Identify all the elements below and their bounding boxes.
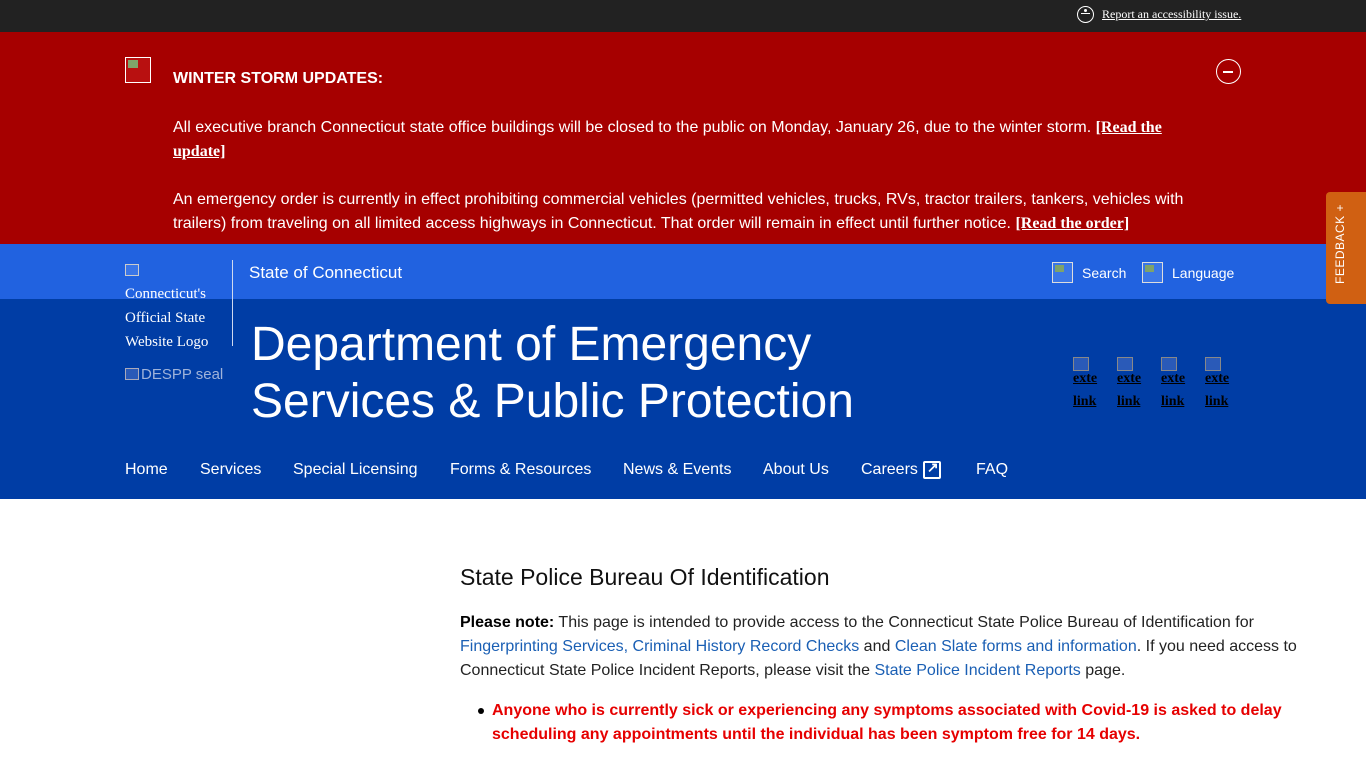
accessibility-icon bbox=[1077, 6, 1094, 23]
social-link-label: exte link bbox=[1161, 371, 1186, 409]
nav-special-licensing[interactable]: Special Licensing bbox=[293, 461, 418, 479]
external-link-icon bbox=[1161, 357, 1177, 371]
broken-image-icon bbox=[125, 264, 139, 276]
seal-alt-text: DESPP seal bbox=[141, 366, 224, 383]
note-text: This page is intended to provide access … bbox=[554, 614, 1254, 631]
feedback-label: FEEDBACK + bbox=[1333, 203, 1347, 284]
search-button[interactable]: Search bbox=[1052, 262, 1126, 283]
alert-image bbox=[125, 57, 151, 83]
social-link-label: exte link bbox=[1117, 371, 1142, 409]
nav-home[interactable]: Home bbox=[125, 461, 168, 479]
alert-offices-text: All executive branch Connecticut state o… bbox=[173, 119, 1096, 136]
broken-image-icon bbox=[125, 368, 139, 380]
read-order-link[interactable]: [Read the order] bbox=[1015, 215, 1129, 232]
bullet-dot bbox=[478, 708, 484, 714]
header-divider bbox=[232, 260, 233, 346]
alert-title: WINTER STORM UPDATES: bbox=[173, 70, 384, 87]
note-label: Please note: bbox=[460, 614, 555, 631]
accessibility-report-link[interactable]: Report an accessibility issue. bbox=[1102, 7, 1241, 22]
fingerprinting-link[interactable]: Fingerprinting Services, Criminal Histor… bbox=[460, 638, 859, 655]
incident-reports-link[interactable]: State Police Incident Reports bbox=[874, 662, 1080, 679]
feedback-tab[interactable]: FEEDBACK + bbox=[1326, 192, 1366, 304]
social-link-1[interactable]: exte link bbox=[1073, 357, 1101, 413]
external-link-icon bbox=[922, 459, 941, 479]
social-link-label: exte link bbox=[1205, 371, 1230, 409]
search-icon bbox=[1052, 262, 1073, 283]
ct-state-logo[interactable]: Connecticut's Official State Website Log… bbox=[125, 258, 229, 354]
external-link-icon bbox=[1117, 357, 1133, 371]
social-link-4[interactable]: exte link bbox=[1205, 357, 1233, 413]
nav-services[interactable]: Services bbox=[200, 461, 261, 479]
note-text: page. bbox=[1080, 662, 1126, 679]
list-item: Anyone who is currently sick or experien… bbox=[474, 699, 1304, 747]
language-button[interactable]: Language bbox=[1142, 262, 1234, 283]
external-link-icon bbox=[1073, 357, 1089, 371]
page-title: State Police Bureau Of Identification bbox=[460, 564, 830, 590]
note-text: and bbox=[859, 638, 895, 655]
nav-careers[interactable]: Careers bbox=[861, 459, 941, 479]
alert-paragraph-order: An emergency order is currently in effec… bbox=[173, 188, 1188, 236]
nav-about-us[interactable]: About Us bbox=[763, 461, 829, 479]
social-link-3[interactable]: exte link bbox=[1161, 357, 1189, 413]
despp-seal: DESPP seal bbox=[125, 366, 223, 383]
social-link-label: exte link bbox=[1073, 371, 1098, 409]
collapse-alert-button[interactable] bbox=[1216, 59, 1241, 84]
utility-bar: Report an accessibility issue. bbox=[0, 0, 1366, 32]
external-link-icon bbox=[1205, 357, 1221, 371]
nav-forms-resources[interactable]: Forms & Resources bbox=[450, 461, 591, 479]
department-title[interactable]: Department of Emergency Services & Publi… bbox=[251, 316, 951, 430]
state-of-connecticut-link[interactable]: State of Connecticut bbox=[249, 263, 402, 283]
winter-storm-alert: WINTER STORM UPDATES: All executive bran… bbox=[0, 32, 1366, 244]
covid-notice: Anyone who is currently sick or experien… bbox=[492, 702, 1282, 743]
search-label: Search bbox=[1082, 264, 1127, 281]
nav-news-events[interactable]: News & Events bbox=[623, 461, 731, 479]
social-link-2[interactable]: exte link bbox=[1117, 357, 1145, 413]
nav-careers-label: Careers bbox=[861, 461, 918, 478]
note-paragraph: Please note: This page is intended to pr… bbox=[460, 611, 1310, 683]
alert-paragraph-offices: All executive branch Connecticut state o… bbox=[173, 116, 1188, 164]
ct-logo-alt-text: Connecticut's Official State Website Log… bbox=[125, 286, 209, 350]
language-label: Language bbox=[1172, 264, 1235, 281]
nav-faq[interactable]: FAQ bbox=[976, 461, 1008, 479]
clean-slate-link[interactable]: Clean Slate forms and information bbox=[895, 638, 1137, 655]
accessibility-report[interactable]: Report an accessibility issue. bbox=[1077, 6, 1241, 23]
language-icon bbox=[1142, 262, 1163, 283]
